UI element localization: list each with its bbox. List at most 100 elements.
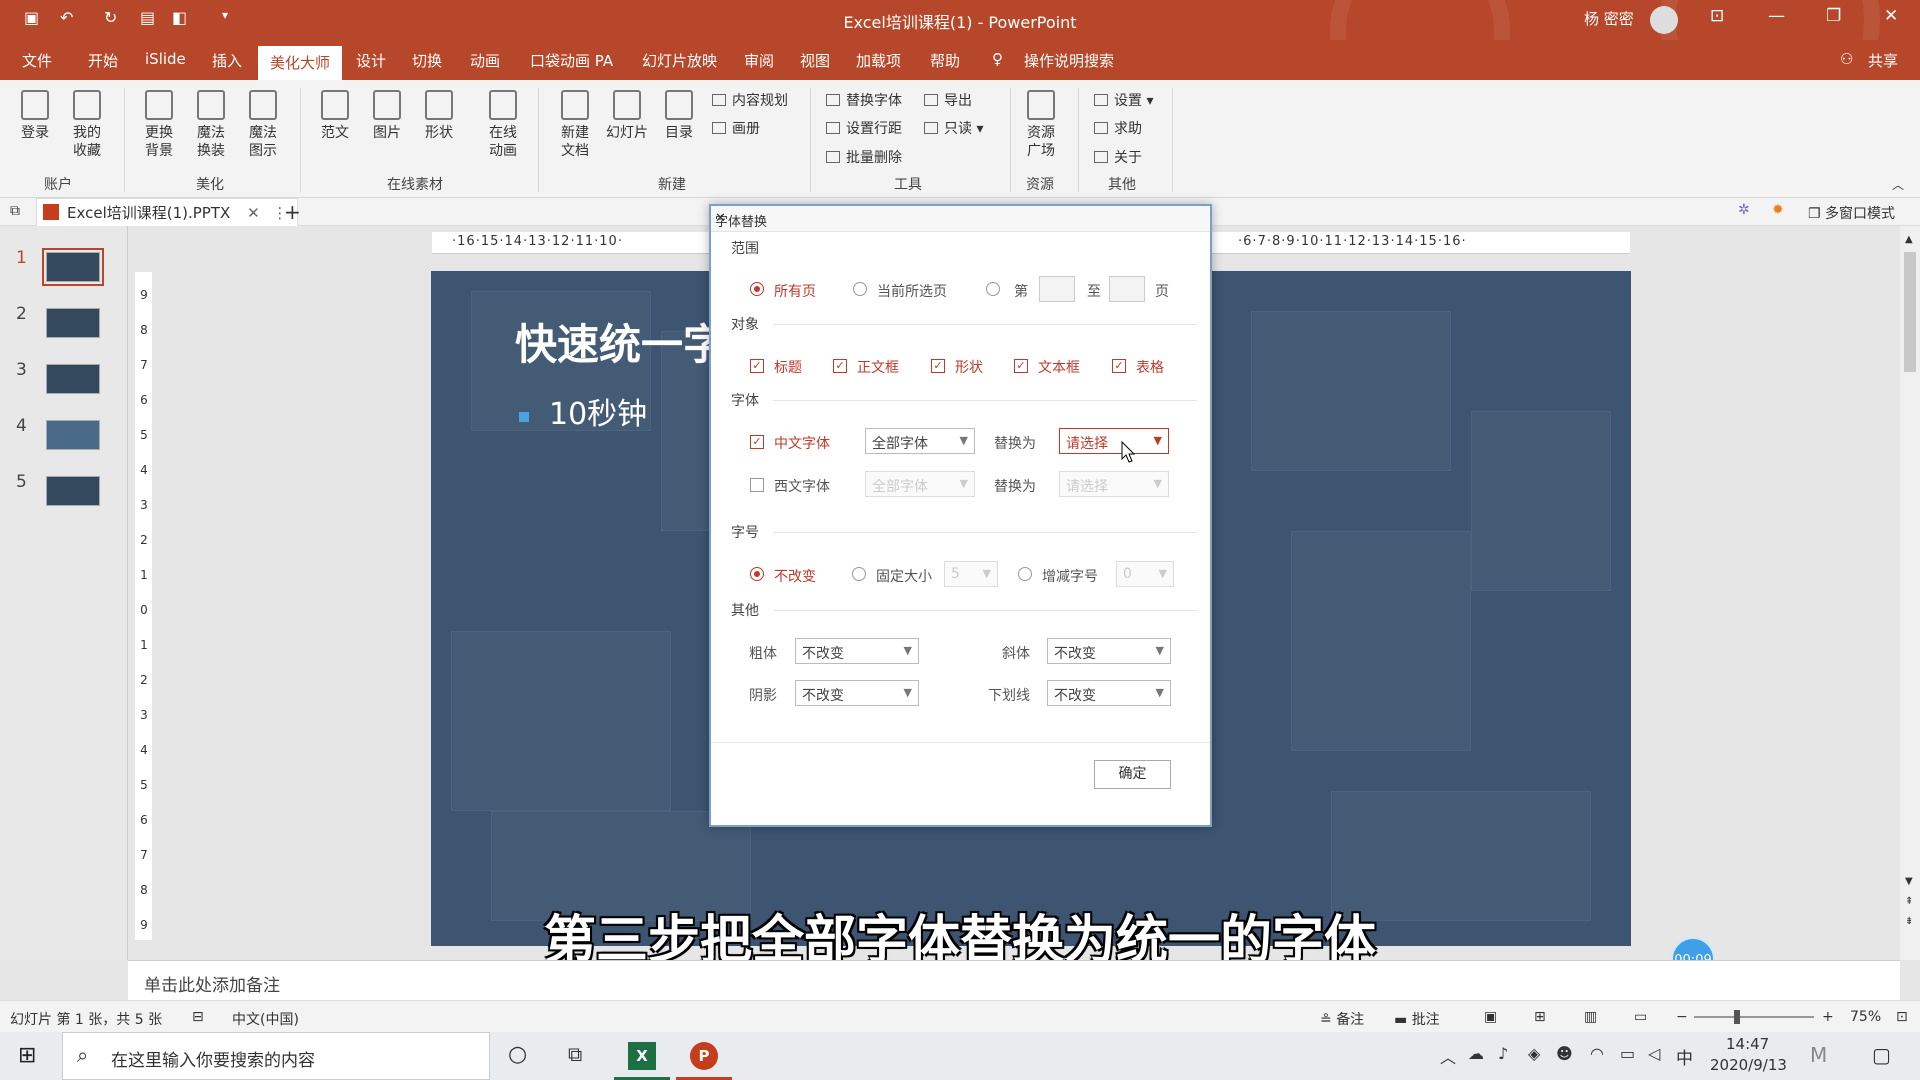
- add-tab-icon[interactable]: +: [284, 200, 301, 224]
- content-planning-button[interactable]: 内容规划: [712, 90, 788, 110]
- body-checkbox[interactable]: ✓: [833, 359, 847, 373]
- chinese-font-source-select[interactable]: 全部字体: [865, 428, 975, 454]
- table-checkbox[interactable]: ✓: [1112, 359, 1126, 373]
- favorites-button[interactable]: 我的 收藏: [64, 90, 110, 160]
- range-from-input[interactable]: [1039, 276, 1075, 302]
- body-checkbox-label[interactable]: 正文框: [857, 357, 899, 377]
- magic-icon[interactable]: ✲: [1738, 202, 1750, 218]
- tab-pocket-animation[interactable]: 口袋动画 PA: [530, 50, 613, 71]
- chinese-font-checkbox[interactable]: ✓: [750, 435, 764, 449]
- size-unchanged-radio[interactable]: [750, 567, 764, 581]
- tab-islide[interactable]: iSlide: [145, 50, 186, 68]
- size-fixed-label[interactable]: 固定大小: [876, 566, 932, 586]
- help-request-button[interactable]: 求助: [1094, 118, 1142, 138]
- slide-bullet-text[interactable]: 10秒钟: [549, 389, 647, 433]
- resource-plaza-button[interactable]: 资源 广场: [1018, 90, 1064, 160]
- line-spacing-button[interactable]: 设置行距: [826, 118, 902, 138]
- qq-icon[interactable]: ☻: [1556, 1044, 1573, 1063]
- size-increment-label[interactable]: 增减字号: [1042, 566, 1098, 586]
- ok-button[interactable]: 确定: [1094, 760, 1171, 789]
- volume-icon[interactable]: ◁: [1648, 1044, 1660, 1063]
- tab-transitions[interactable]: 切换: [412, 50, 442, 71]
- shadow-select[interactable]: 不改变: [795, 680, 919, 706]
- tell-me-search[interactable]: 操作说明搜索: [1024, 50, 1114, 71]
- picture-button[interactable]: 图片: [364, 90, 410, 142]
- tab-review[interactable]: 审阅: [744, 50, 774, 71]
- tab-design[interactable]: 设计: [356, 50, 386, 71]
- battery-icon[interactable]: ▭: [1620, 1044, 1635, 1063]
- scroll-down-icon[interactable]: ▼: [1905, 876, 1913, 887]
- range-all-radio[interactable]: [750, 282, 764, 296]
- chinese-font-target-select[interactable]: 请选择: [1059, 428, 1169, 454]
- table-checkbox-label[interactable]: 表格: [1136, 357, 1164, 377]
- album-button[interactable]: 画册: [712, 118, 760, 138]
- zoom-in-icon[interactable]: +: [1822, 1009, 1834, 1025]
- avatar[interactable]: [1650, 6, 1678, 34]
- size-fixed-select[interactable]: 5: [944, 561, 998, 587]
- tab-insert[interactable]: 插入: [212, 50, 242, 71]
- zoom-out-icon[interactable]: −: [1676, 1009, 1688, 1025]
- tab-help[interactable]: 帮助: [930, 50, 960, 71]
- range-current-label[interactable]: 当前所选页: [877, 281, 947, 301]
- microphone-icon[interactable]: ♪: [1498, 1044, 1508, 1063]
- notes-pane[interactable]: 单击此处添加备注: [128, 960, 1900, 1000]
- toc-button[interactable]: 目录: [656, 90, 702, 142]
- range-pages-radio[interactable]: [986, 282, 1000, 296]
- western-font-source-select[interactable]: 全部字体: [865, 471, 975, 497]
- textbox-checkbox[interactable]: ✓: [1014, 359, 1028, 373]
- user-name[interactable]: 杨 密密: [1584, 8, 1634, 29]
- bold-select[interactable]: 不改变: [795, 638, 919, 664]
- textbox-checkbox-label[interactable]: 文本框: [1038, 357, 1080, 377]
- batch-delete-button[interactable]: 批量删除: [826, 147, 902, 167]
- shape-checkbox-label[interactable]: 形状: [955, 357, 983, 377]
- slide-thumbnail-4[interactable]: [46, 420, 100, 450]
- about-button[interactable]: 关于: [1094, 147, 1142, 167]
- size-increment-stepper[interactable]: 0: [1116, 561, 1174, 587]
- shape-checkbox[interactable]: ✓: [931, 359, 945, 373]
- windows-start-icon[interactable]: ⊞: [18, 1043, 36, 1068]
- tab-beautify-master[interactable]: 美化大师: [258, 46, 343, 80]
- western-font-target-select[interactable]: 请选择: [1059, 471, 1169, 497]
- pane-icon[interactable]: ⧉: [10, 203, 20, 219]
- template-button[interactable]: 范文: [312, 90, 358, 142]
- fit-slide-icon[interactable]: ⊡: [1896, 1009, 1908, 1025]
- export-button[interactable]: 导出: [924, 90, 972, 110]
- tab-view[interactable]: 视图: [800, 50, 830, 71]
- gear-icon[interactable]: ✹: [1772, 202, 1784, 218]
- clock-date[interactable]: 2020/9/13: [1710, 1056, 1787, 1074]
- size-unchanged-label[interactable]: 不改变: [774, 566, 816, 586]
- notes-placeholder[interactable]: 单击此处添加备注: [144, 971, 280, 996]
- slides-button[interactable]: 幻灯片: [604, 90, 650, 142]
- scroll-thumb[interactable]: [1904, 252, 1916, 372]
- magic-outfit-button[interactable]: 魔法 换装: [188, 90, 234, 160]
- tab-animations[interactable]: 动画: [470, 50, 500, 71]
- new-document-button[interactable]: 新建 文档: [552, 90, 598, 160]
- notification-icon[interactable]: ▢: [1872, 1043, 1891, 1067]
- title-checkbox-label[interactable]: 标题: [774, 357, 802, 377]
- excel-icon[interactable]: X: [628, 1042, 656, 1070]
- range-current-radio[interactable]: [853, 282, 867, 296]
- underline-select[interactable]: 不改变: [1047, 680, 1171, 706]
- tab-file[interactable]: 文件: [22, 50, 52, 71]
- replace-font-button[interactable]: 替换字体: [826, 90, 902, 110]
- range-all-label[interactable]: 所有页: [774, 281, 816, 301]
- online-animation-button[interactable]: 在线 动画: [480, 90, 526, 160]
- onedrive-icon[interactable]: ☁: [1468, 1044, 1484, 1063]
- slide-thumbnail-1[interactable]: [42, 248, 104, 286]
- magic-diagram-button[interactable]: 魔法 图示: [240, 90, 286, 160]
- share-button[interactable]: 共享: [1868, 50, 1898, 71]
- document-tab[interactable]: Excel培训课程(1).PPTX ✕ ⋮: [36, 198, 299, 226]
- language-indicator[interactable]: 中文(中国): [232, 1009, 299, 1029]
- shape-button[interactable]: 形状: [416, 90, 462, 142]
- notes-toggle[interactable]: ≗ 备注: [1320, 1009, 1364, 1029]
- slide-thumbnail-2[interactable]: [46, 308, 100, 338]
- chinese-font-label[interactable]: 中文字体: [774, 433, 830, 453]
- slide-thumbnail-3[interactable]: [46, 364, 100, 394]
- readonly-button[interactable]: 只读 ▾: [924, 118, 983, 138]
- slide-sorter-icon[interactable]: ⊞: [1534, 1009, 1546, 1025]
- ime-indicator[interactable]: 中: [1676, 1044, 1693, 1069]
- tab-home[interactable]: 开始: [88, 50, 118, 71]
- tab-addins[interactable]: 加载项: [856, 50, 901, 71]
- western-font-label[interactable]: 西文字体: [774, 476, 830, 496]
- slide-title[interactable]: 快速统一字: [515, 311, 725, 372]
